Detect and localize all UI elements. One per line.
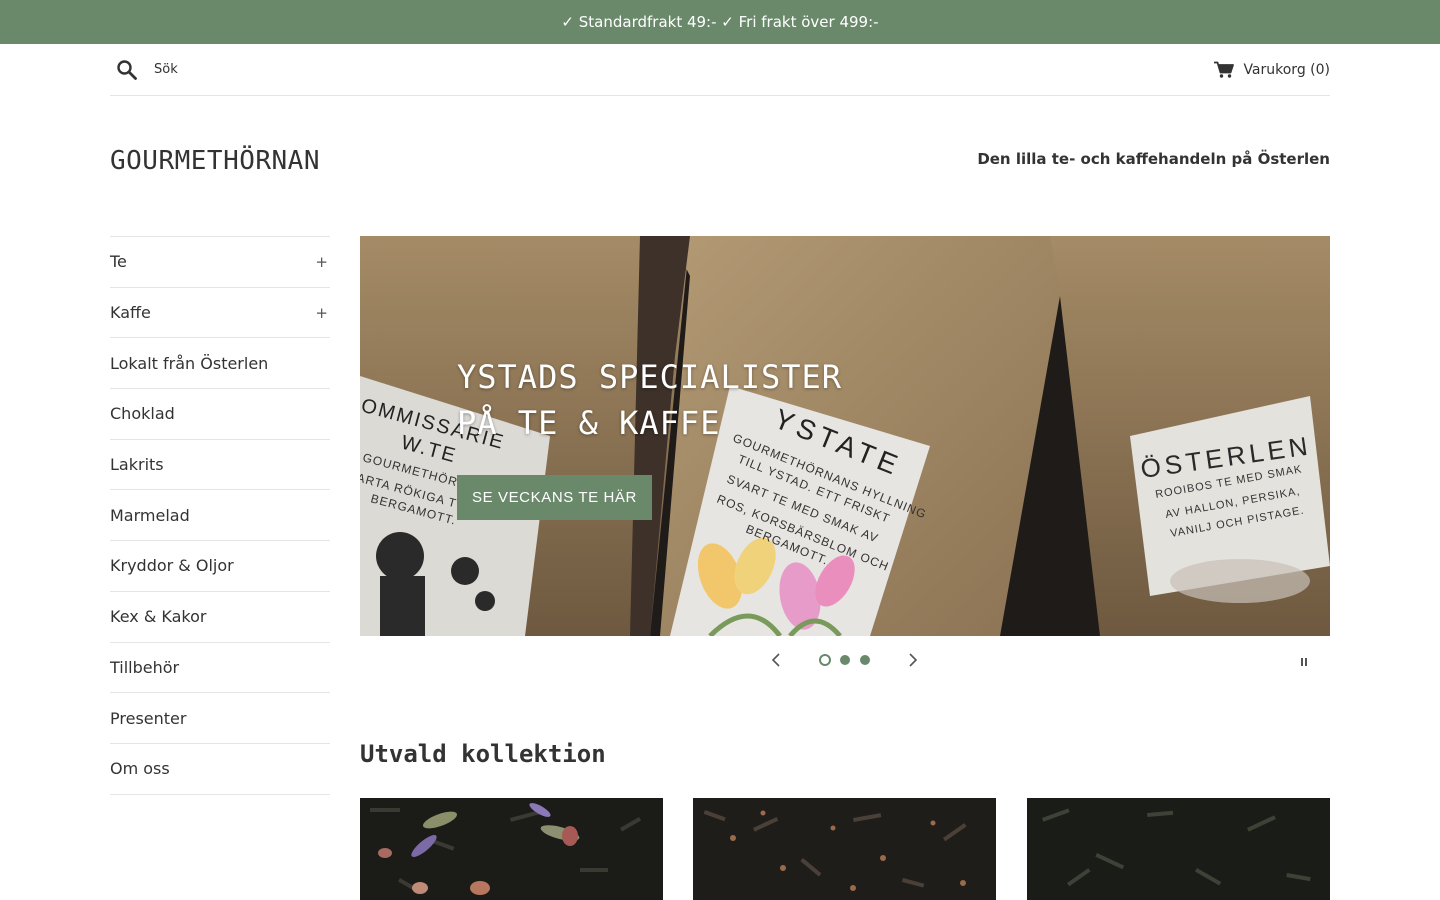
sidebar-item-choklad[interactable]: Choklad — [110, 389, 330, 440]
hero-cta-button[interactable]: SE VECKANS TE HÄR — [457, 475, 652, 520]
sidebar-item-label: Kryddor & Oljor — [110, 556, 234, 576]
product-card[interactable] — [693, 798, 996, 900]
chevron-left-icon[interactable] — [769, 652, 785, 668]
cart-link[interactable]: Varukorg (0) — [1214, 61, 1330, 79]
chevron-right-icon[interactable] — [904, 652, 920, 668]
hero-slideshow: OMMISSARIE W.TE GOURMETHÖRN ARTA RÖKIGA … — [360, 236, 1330, 636]
slide-dot-1[interactable] — [819, 654, 831, 666]
sidebar-item-label: Kaffe — [110, 303, 151, 323]
product-card[interactable] — [1027, 798, 1330, 900]
sidebar-item-kex[interactable]: Kex & Kakor — [110, 592, 330, 643]
sidebar-item-label: Te — [110, 252, 127, 272]
sidebar-item-label: Lakrits — [110, 455, 164, 475]
slideshow-controls — [360, 648, 1330, 674]
slide-dot-2[interactable] — [840, 655, 850, 665]
site-tagline: Den lilla te- och kaffehandeln på Österl… — [977, 150, 1330, 168]
announcement-bar: ✓ Standardfrakt 49:- ✓ Fri frakt över 49… — [0, 0, 1440, 44]
slide-dot-3[interactable] — [860, 655, 870, 665]
sidebar-nav: Te + Kaffe + Lokalt från Österlen Choklad … — [110, 236, 330, 795]
sidebar-item-lakrits[interactable]: Lakrits — [110, 440, 330, 491]
sidebar-item-presenter[interactable]: Presenter — [110, 693, 330, 744]
product-card[interactable] — [360, 798, 663, 900]
hero-headline: YSTADS SPECIALISTER PÅ TE & KAFFE — [457, 354, 842, 446]
sidebar-item-om-oss[interactable]: Om oss — [110, 744, 330, 795]
sidebar-item-label: Kex & Kakor — [110, 607, 207, 627]
expand-icon[interactable]: + — [315, 304, 328, 322]
cart-icon — [1214, 61, 1235, 79]
product-image — [360, 798, 663, 900]
sidebar-item-label: Tillbehör — [110, 657, 180, 677]
sidebar-item-kryddor[interactable]: Kryddor & Oljor — [110, 541, 330, 592]
sidebar-item-label: Presenter — [110, 708, 187, 728]
product-image — [693, 798, 996, 900]
sidebar-item-te[interactable]: Te + — [110, 237, 330, 288]
search-form — [110, 59, 454, 81]
expand-icon[interactable]: + — [315, 253, 328, 271]
sidebar-item-tillbehor[interactable]: Tillbehör — [110, 643, 330, 694]
sidebar-item-label: Marmelad — [110, 505, 190, 525]
sidebar-item-marmelad[interactable]: Marmelad — [110, 490, 330, 542]
sidebar-item-label: Om oss — [110, 759, 170, 779]
site-logo[interactable]: GOURMETHÖRNAN — [110, 146, 320, 176]
featured-collection-title: Utvald kollektion — [360, 740, 606, 768]
product-image — [1027, 798, 1330, 900]
sidebar-item-label: Lokalt från Österlen — [110, 353, 269, 373]
cart-label: Varukorg (0) — [1243, 61, 1330, 78]
sidebar-item-kaffe[interactable]: Kaffe + — [110, 288, 330, 339]
search-input[interactable] — [154, 62, 454, 77]
hero-headline-line-1: YSTADS SPECIALISTER — [457, 358, 843, 396]
hero-headline-line-2: PÅ TE & KAFFE — [457, 404, 721, 442]
announcement-text: ✓ Standardfrakt 49:- ✓ Fri frakt över 49… — [561, 13, 879, 31]
sidebar-item-lokalt[interactable]: Lokalt från Österlen — [110, 338, 330, 390]
top-bar: Varukorg (0) — [110, 44, 1330, 96]
pause-icon[interactable] — [1299, 653, 1309, 666]
product-grid — [360, 798, 1330, 900]
search-icon[interactable] — [116, 59, 138, 81]
sidebar-item-label: Choklad — [110, 404, 175, 424]
